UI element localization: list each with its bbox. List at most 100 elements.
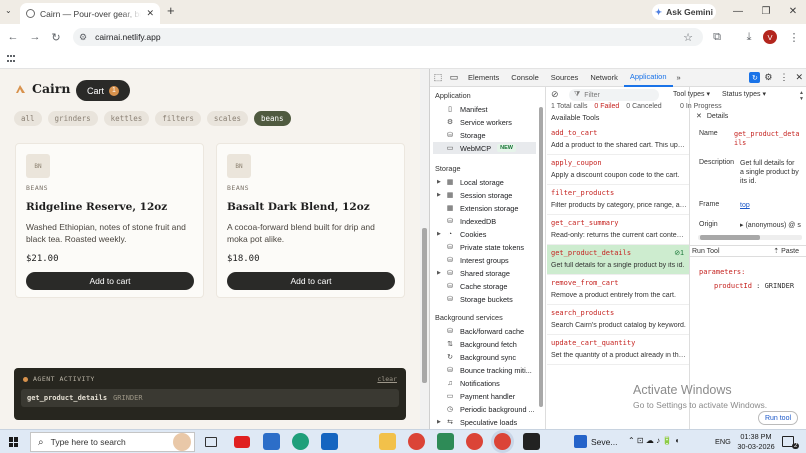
expand-arrow-icon[interactable]: ▶	[437, 231, 441, 237]
start-windows-icon[interactable]	[9, 437, 19, 447]
product-name[interactable]: Basalt Dark Blend, 12oz	[227, 201, 370, 213]
sidebar-scrollbar[interactable]	[539, 107, 543, 407]
origin-value-wrap[interactable]: ▸ (anonymous) @ s	[740, 221, 801, 229]
brand-logo[interactable]: Cairn	[15, 81, 70, 96]
clear-activity-link[interactable]: clear	[377, 375, 397, 383]
close-window-icon[interactable]: ✕	[782, 3, 804, 20]
chrome-active-icon[interactable]	[494, 433, 511, 450]
tool-search-products[interactable]: search_products Search Cairn's product ca…	[547, 305, 689, 335]
media-player-icon[interactable]	[523, 433, 540, 450]
task-view-icon[interactable]	[205, 437, 217, 447]
sidebar-item-manifest[interactable]: ▯ Manifest	[446, 103, 488, 115]
cart-button[interactable]: Cart 1	[76, 80, 130, 101]
close-details-icon[interactable]: ✕	[696, 112, 702, 120]
sidebar-item-bfcache[interactable]: ⛁ Back/forward cache	[446, 325, 524, 337]
filter-grinders[interactable]: grinders	[47, 111, 98, 126]
add-to-cart-button[interactable]: Add to cart	[227, 272, 395, 290]
restore-icon[interactable]: ❐	[755, 3, 777, 20]
minimize-icon[interactable]: —	[727, 3, 749, 20]
tab-application[interactable]: Application	[623, 69, 673, 87]
tool-apply-coupon[interactable]: apply_coupon Apply a discount coupon code…	[547, 155, 689, 185]
sidebar-item-background-fetch[interactable]: ⇅ Background fetch	[446, 338, 517, 350]
browser-tab[interactable]: Cairn — Pour-over gear, built for agents…	[20, 3, 160, 24]
devtools-menu-icon[interactable]: ⋮	[779, 72, 788, 83]
clear-log-icon[interactable]: ⊘	[551, 89, 559, 100]
status-types-dropdown[interactable]: Status types ▾	[722, 90, 766, 98]
store-icon[interactable]	[263, 433, 280, 450]
more-tabs-icon[interactable]: »	[673, 73, 685, 82]
run-tool-button[interactable]: Run tool	[758, 411, 798, 425]
profile-avatar[interactable]: V	[763, 30, 777, 44]
tool-filter-products[interactable]: filter_products Filter products by catego…	[547, 185, 689, 215]
sidebar-item-service-workers[interactable]: ⚙ Service workers	[446, 116, 512, 128]
tab-network[interactable]: Network	[584, 69, 624, 87]
device-toolbar-icon[interactable]: ▭	[446, 72, 462, 83]
apps-grid-icon[interactable]	[7, 55, 16, 64]
tool-remove-from-cart[interactable]: remove_from_cart Remove a product entirel…	[547, 275, 689, 305]
add-to-cart-button[interactable]: Add to cart	[26, 272, 194, 290]
sidebar-item-webmcp[interactable]: ▭ WebMCP NEW	[433, 142, 536, 154]
taskbar-search-box[interactable]: ⌕ Type here to search	[30, 432, 195, 452]
ask-gemini-button[interactable]: ✦ Ask Gemini	[652, 4, 716, 20]
frame-link[interactable]: top	[740, 201, 806, 210]
sidebar-item-payment-handler[interactable]: ▭ Payment handler	[446, 390, 515, 402]
sidebar-item-periodic-sync[interactable]: ◷ Periodic background ...	[446, 403, 535, 415]
sidebar-item-cookies[interactable]: ▶ ◔ Cookies	[437, 228, 486, 240]
tool-add-to-cart[interactable]: add_to_cart Add a product to the shared c…	[547, 125, 689, 155]
sidebar-item-storage-buckets[interactable]: ⛁ Storage buckets	[446, 293, 513, 305]
forward-icon[interactable]: →	[27, 29, 43, 45]
clock[interactable]: 01:38 PM 30-03-2026	[737, 432, 775, 452]
expand-arrow-icon[interactable]: ▶	[437, 270, 441, 276]
sidebar-item-notifications[interactable]: ♫ Notifications	[446, 377, 499, 389]
parameters-editor[interactable]: parameters: productId : GRINDER	[699, 265, 794, 293]
sidebar-item-session-storage[interactable]: ▶ ▦ Session storage	[437, 189, 512, 201]
tray-icons[interactable]: ⌃ ⊡ ☁ ♪ 🔋 ◖	[628, 436, 679, 445]
sidebar-item-background-sync[interactable]: ↻ Background sync	[446, 351, 516, 363]
page-scrollbar[interactable]	[420, 69, 429, 429]
extensions-icon[interactable]: ⧉	[709, 29, 725, 45]
sidebar-item-shared-storage[interactable]: ▶ ⛁ Shared storage	[437, 267, 510, 279]
address-bar[interactable]: ⚙ cairnai.netlify.app	[73, 28, 703, 46]
expand-arrow-icon[interactable]: ▶	[437, 179, 441, 185]
sidebar-item-storage[interactable]: ⛁ Storage	[446, 129, 486, 141]
product-name[interactable]: Ridgeline Reserve, 12oz	[26, 201, 167, 213]
close-tab-icon[interactable]: ✕	[146, 8, 154, 19]
bookmark-star-icon[interactable]: ☆	[680, 29, 696, 45]
expand-arrow-icon[interactable]: ▶	[437, 419, 441, 425]
sidebar-item-speculative-loads[interactable]: ▶ ⇆ Speculative loads	[437, 416, 517, 428]
sidebar-item-bounce-tracking[interactable]: ⛁ Bounce tracking miti...	[446, 364, 532, 376]
site-info-icon[interactable]: ⚙	[79, 32, 87, 43]
sidebar-item-extension-storage[interactable]: ▦ Extension storage	[446, 202, 519, 214]
filter-all[interactable]: all	[14, 111, 42, 126]
sidebar-item-private-state-tokens[interactable]: ⛁ Private state tokens	[446, 241, 524, 253]
edge-icon[interactable]	[292, 433, 309, 450]
filter-filters[interactable]: filters	[155, 111, 201, 126]
page-scrollbar-thumb[interactable]	[422, 228, 427, 383]
chrome-icon[interactable]	[408, 433, 425, 450]
inspect-element-icon[interactable]: ⬚	[430, 72, 446, 83]
tab-elements[interactable]: Elements	[462, 69, 505, 87]
language-indicator[interactable]: ENG	[715, 437, 731, 446]
sync-icon[interactable]: ↻	[749, 72, 761, 83]
photos-icon[interactable]	[437, 433, 454, 450]
tab-sources[interactable]: Sources	[545, 69, 585, 87]
details-scroll-arrows-icon[interactable]: ▲ ▼	[799, 90, 804, 102]
tool-get-cart-summary[interactable]: get_cart_summary Read-only: returns the c…	[547, 215, 689, 245]
sidebar-item-local-storage[interactable]: ▶ ▦ Local storage	[437, 176, 504, 188]
expand-arrow-icon[interactable]: ▶	[437, 192, 441, 198]
outlook-icon[interactable]	[321, 433, 338, 450]
filter-beans[interactable]: beans	[253, 111, 291, 126]
tab-search-chevron-icon[interactable]: ⌄	[5, 6, 12, 15]
settings-gear-icon[interactable]: ⚙	[764, 72, 772, 83]
sidebar-item-indexeddb[interactable]: ⛁ IndexedDB	[446, 215, 496, 227]
filter-scales[interactable]: scales	[206, 111, 248, 126]
download-icon[interactable]: ⤓	[741, 29, 757, 45]
tools-filter-input[interactable]: ⧩ Filter	[569, 89, 659, 101]
file-explorer-icon[interactable]	[379, 433, 396, 450]
tool-update-cart-quantity[interactable]: update_cart_quantity Set the quantity of …	[547, 335, 689, 365]
new-tab-icon[interactable]: +	[167, 3, 175, 18]
details-hscrollbar[interactable]	[698, 235, 802, 240]
sidebar-item-interest-groups[interactable]: ⛁ Interest groups	[446, 254, 509, 266]
close-devtools-icon[interactable]: ✕	[795, 72, 803, 83]
filter-kettles[interactable]: kettles	[103, 111, 150, 126]
